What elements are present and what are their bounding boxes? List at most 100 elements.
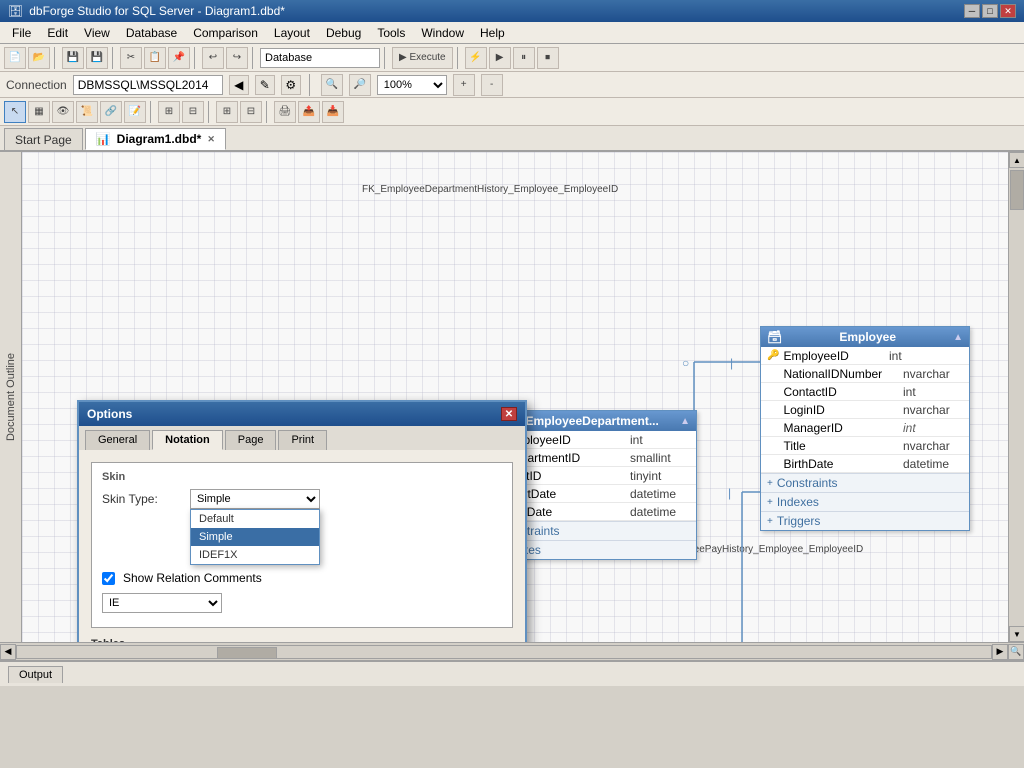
menu-bar: File Edit View Database Comparison Layou… <box>0 22 1024 44</box>
tb2-view[interactable]: 👁 <box>52 101 74 123</box>
toolbar1: 📄 📂 💾 💾 ✂ 📋 📌 ↩ ↪ ▶ Execute ⚡ ▶ ⏸ ⏹ <box>0 44 1024 72</box>
show-relation-checkbox[interactable] <box>102 572 115 585</box>
skin-section: Skin Skin Type: Simple Default IDEF1X De <box>91 462 513 628</box>
tab-page[interactable]: Page <box>225 430 277 450</box>
tables-section: Tables Table Compartment: Constraints In… <box>91 638 513 642</box>
scroll-right-button[interactable]: ▶ <box>992 644 1008 660</box>
scroll-track[interactable] <box>1009 168 1024 626</box>
tab-diagram-label: Diagram1.dbd* <box>117 132 202 146</box>
notation-select[interactable]: IE IDEF1X Chen <box>102 593 222 613</box>
notation-select-row: IE IDEF1X Chen <box>102 593 502 613</box>
menu-help[interactable]: Help <box>472 24 513 42</box>
title-text: 🗄 dbForge Studio for SQL Server - Diagra… <box>8 4 285 18</box>
tb2-proc[interactable]: 📜 <box>76 101 98 123</box>
tb2-table[interactable]: ▦ <box>28 101 50 123</box>
tb-execute[interactable]: ▶ Execute <box>392 47 453 69</box>
table-row: 🔑 Title nvarchar <box>761 437 969 455</box>
tb-btn1[interactable]: ⚡ <box>465 47 487 69</box>
table-row: 🔑 NationalIDNumber nvarchar <box>761 365 969 383</box>
menu-edit[interactable]: Edit <box>39 24 76 42</box>
tab-notation[interactable]: Notation <box>152 430 223 450</box>
conn-tb2[interactable]: 🔎 <box>349 74 371 96</box>
tb-sep3 <box>194 47 198 69</box>
zoom-out[interactable]: - <box>481 74 503 96</box>
menu-view[interactable]: View <box>76 24 118 42</box>
conn-btn2[interactable]: ✎ <box>255 75 275 95</box>
tb-save2[interactable]: 💾 <box>86 47 108 69</box>
menu-database[interactable]: Database <box>118 24 185 42</box>
employee-table-header[interactable]: 🗃 Employee ▲ <box>761 327 969 347</box>
emp-dept-expand[interactable]: ▲ <box>680 416 690 427</box>
scroll-down-button[interactable]: ▼ <box>1009 626 1024 642</box>
tab-print[interactable]: Print <box>278 430 327 450</box>
tb-btn3[interactable]: ⏸ <box>513 47 535 69</box>
tab-start-page[interactable]: Start Page <box>4 128 83 150</box>
horizontal-scroll-track[interactable] <box>16 645 992 659</box>
tab-close-icon[interactable]: ✕ <box>207 134 215 145</box>
diagram-icon: 📊 <box>96 132 111 146</box>
menu-window[interactable]: Window <box>413 24 472 42</box>
tb2-note[interactable]: 📝 <box>124 101 146 123</box>
vertical-scrollbar[interactable]: ▲ ▼ <box>1008 152 1024 642</box>
tab-diagram[interactable]: 📊 Diagram1.dbd* ✕ <box>85 128 226 150</box>
database-input[interactable] <box>260 48 380 68</box>
zoom-in[interactable]: + <box>453 74 475 96</box>
conn-tb1[interactable]: 🔍 <box>321 74 343 96</box>
tb2-export[interactable]: 📤 <box>298 101 320 123</box>
tb2-link[interactable]: 🔗 <box>100 101 122 123</box>
menu-layout[interactable]: Layout <box>266 24 318 42</box>
tb2-import[interactable]: 📥 <box>322 101 344 123</box>
tb2-layout2[interactable]: ⊟ <box>240 101 262 123</box>
conn-btn3[interactable]: ⚙ <box>281 75 301 95</box>
skin-type-container: Simple Default IDEF1X Default Simple IDE… <box>190 489 320 509</box>
diagram-canvas[interactable]: FK_EmployeeDepartmentHistory_Employee_Em… <box>22 152 1008 642</box>
zoom-icon[interactable]: 🔍 <box>1008 644 1024 660</box>
tb-redo[interactable]: ↪ <box>226 47 248 69</box>
tb2-select[interactable]: ↖ <box>4 101 26 123</box>
tb-copy[interactable]: 📋 <box>144 47 166 69</box>
skin-type-select[interactable]: Simple Default IDEF1X <box>190 489 320 509</box>
dropdown-simple[interactable]: Simple <box>191 528 319 546</box>
tb-save[interactable]: 💾 <box>62 47 84 69</box>
tb2-layout[interactable]: ⊞ <box>216 101 238 123</box>
zoom-select[interactable]: 100% 75% 150% <box>377 75 447 95</box>
indexes-section[interactable]: + Indexes <box>761 492 969 511</box>
close-button[interactable]: ✕ <box>1000 4 1016 18</box>
app-title: dbForge Studio for SQL Server - Diagram1… <box>29 4 285 18</box>
connection-input[interactable] <box>73 75 223 95</box>
tb2-btn1[interactable]: ⊞ <box>158 101 180 123</box>
horizontal-scrollbar-bar: ◀ ▶ 🔍 <box>0 642 1024 660</box>
maximize-button[interactable]: □ <box>982 4 998 18</box>
tb2-print[interactable]: 🖨 <box>274 101 296 123</box>
dialog-content: Skin Skin Type: Simple Default IDEF1X De <box>79 450 525 642</box>
scroll-thumb[interactable] <box>1010 170 1024 210</box>
dropdown-idef1x[interactable]: IDEF1X <box>191 546 319 564</box>
employee-expand-icon[interactable]: ▲ <box>953 332 963 343</box>
tb-btn2[interactable]: ▶ <box>489 47 511 69</box>
dropdown-default[interactable]: Default <box>191 510 319 528</box>
conn-btn1[interactable]: ◀ <box>229 75 249 95</box>
menu-file[interactable]: File <box>4 24 39 42</box>
menu-tools[interactable]: Tools <box>369 24 413 42</box>
triggers-section[interactable]: + Triggers <box>761 511 969 530</box>
constraints-section[interactable]: + Constraints <box>761 473 969 492</box>
horizontal-scroll-thumb[interactable] <box>217 647 277 659</box>
tb-sep6 <box>457 47 461 69</box>
tab-general[interactable]: General <box>85 430 150 450</box>
scroll-left-button[interactable]: ◀ <box>0 644 16 660</box>
tb-new[interactable]: 📄 <box>4 47 26 69</box>
tb-undo[interactable]: ↩ <box>202 47 224 69</box>
minimize-button[interactable]: ─ <box>964 4 980 18</box>
dialog-close-button[interactable]: ✕ <box>501 407 517 421</box>
tb-btn4[interactable]: ⏹ <box>537 47 559 69</box>
tb-open[interactable]: 📂 <box>28 47 50 69</box>
tb2-btn2[interactable]: ⊟ <box>182 101 204 123</box>
tb-cut[interactable]: ✂ <box>120 47 142 69</box>
scroll-up-button[interactable]: ▲ <box>1009 152 1024 168</box>
menu-debug[interactable]: Debug <box>318 24 369 42</box>
menu-comparison[interactable]: Comparison <box>185 24 266 42</box>
tb-paste[interactable]: 📌 <box>168 47 190 69</box>
table-row: 🔑 LoginID nvarchar <box>761 401 969 419</box>
output-tab[interactable]: Output <box>8 666 63 683</box>
table-row: 🔑 BirthDate datetime <box>761 455 969 473</box>
